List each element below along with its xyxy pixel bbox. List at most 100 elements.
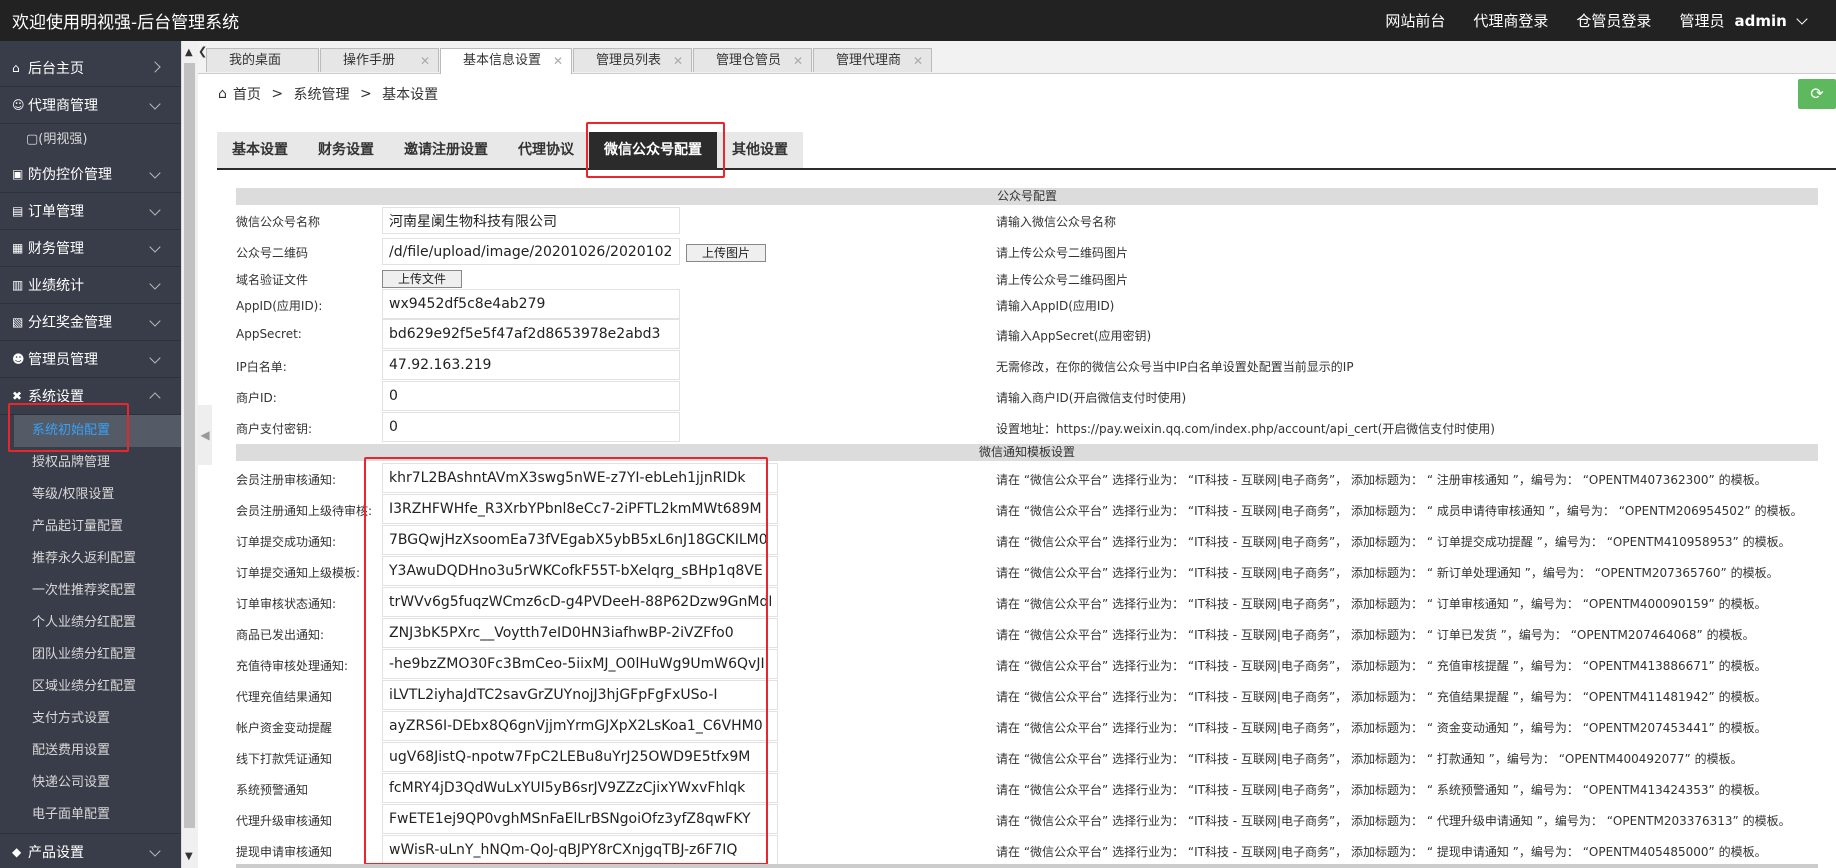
tab-agent-agreement[interactable]: 代理协议 <box>503 132 589 168</box>
sidebar-item-label: 防伪控价管理 <box>28 167 112 183</box>
breadcrumb-home[interactable]: 首页 <box>233 84 261 104</box>
tab-label: 基本信息设置 <box>463 53 542 68</box>
section-header-account: 公众号配置 <box>236 188 1818 205</box>
bar-chart-icon: ▥ <box>12 278 24 292</box>
field-label: AppSecret: <box>236 327 302 341</box>
chevron-right-icon <box>149 61 161 73</box>
tab-manual[interactable]: 操作手册 ✕ <box>320 48 439 72</box>
field-label: 提现申请审核通知 <box>236 845 333 859</box>
chevron-down-icon <box>1796 12 1808 25</box>
sidebar-subitem-rebate[interactable]: 推荐永久返利配置 <box>0 543 181 575</box>
home-icon: ⌂ <box>12 61 20 75</box>
settings-tabs-underline <box>217 168 1836 170</box>
close-icon[interactable]: ✕ <box>793 49 803 73</box>
sidebar-subitem-one-time-reward[interactable]: 一次性推荐奖配置 <box>0 575 181 607</box>
sidebar-toggle-handle[interactable]: ◀ <box>198 405 212 465</box>
tab-invite-settings[interactable]: 邀请注册设置 <box>389 132 503 168</box>
tab-admin-list[interactable]: 管理员列表 ✕ <box>573 48 692 72</box>
sidebar-scrollbar[interactable]: ▲ ▼ <box>181 41 198 868</box>
refresh-icon: ⟳ <box>1810 84 1824 103</box>
nav-warehouse-login[interactable]: 仓管员登录 <box>1576 10 1651 31</box>
ip-whitelist-input[interactable] <box>382 350 680 380</box>
upload-image-button[interactable]: 上传图片 <box>686 244 766 262</box>
sidebar-subitem-min-order[interactable]: 产品起订量配置 <box>0 511 181 543</box>
sidebar-item-finance[interactable]: ▦ 财务管理 <box>0 230 181 267</box>
sidebar-subitem-region-dividend[interactable]: 区域业绩分红配置 <box>0 671 181 703</box>
merchant-key-input[interactable] <box>382 412 680 442</box>
field-hint: 请上传公众号二维码图片 <box>996 246 1129 260</box>
chevron-down-icon <box>149 204 161 216</box>
field-label: 商户ID: <box>236 391 277 405</box>
sidebar-subitem-agent[interactable]: ▢(明视强) <box>0 124 181 156</box>
sidebar-subitem-waybill[interactable]: 电子面单配置 <box>0 799 181 831</box>
breadcrumb-system[interactable]: 系统管理 <box>294 84 350 104</box>
tab-desktop[interactable]: 我的桌面 <box>206 48 319 72</box>
home-icon: ⌂ <box>218 86 227 102</box>
sidebar-subitem-label: (明视强) <box>38 132 88 147</box>
field-label: 充值待审核处理通知: <box>236 659 349 673</box>
tab-label: 操作手册 <box>343 53 396 68</box>
sidebar-item-admins[interactable]: ☻ 管理员管理 <box>0 341 181 378</box>
field-hint: 请在 “微信公众平台” 选择行业为： “IT科技 - 互联网|电子商务”， 添加… <box>996 566 1779 580</box>
chevron-down-icon <box>149 352 161 364</box>
tab-basic-settings[interactable]: 基本设置 <box>217 132 303 168</box>
sidebar-item-bonus[interactable]: ▧ 分红奖金管理 <box>0 304 181 341</box>
sidebar-subitem-team-dividend[interactable]: 团队业绩分红配置 <box>0 639 181 671</box>
sidebar-item-label: 产品设置 <box>28 845 84 861</box>
user-menu[interactable]: admin <box>1734 11 1808 30</box>
scroll-up-icon[interactable]: ▲ <box>185 47 193 58</box>
field-label: 商户支付密钥: <box>236 422 313 436</box>
scroll-down-icon[interactable]: ▼ <box>185 851 193 862</box>
close-icon[interactable]: ✕ <box>420 49 430 73</box>
sidebar-item-anticounterfeit[interactable]: ▣ 防伪控价管理 <box>0 156 181 193</box>
upload-file-button[interactable]: 上传文件 <box>382 270 462 288</box>
user-icon: ☺ <box>12 98 25 112</box>
tab-label: 管理仓管员 <box>716 53 782 68</box>
scroll-thumb[interactable] <box>184 63 195 828</box>
field-label: 微信公众号名称 <box>236 215 321 229</box>
sidebar-item-agents[interactable]: ☺ 代理商管理 <box>0 87 181 124</box>
field-hint: 无需修改，在你的微信公众号当中IP白名单设置处配置当前显示的IP <box>996 360 1354 374</box>
account-name-input[interactable] <box>382 207 680 234</box>
sidebar-item-performance[interactable]: ▥ 业绩统计 <box>0 267 181 304</box>
close-icon[interactable]: ✕ <box>673 49 683 73</box>
tab-basic-info[interactable]: 基本信息设置 ✕ <box>440 48 572 74</box>
top-nav: 网站前台 代理商登录 仓管员登录 管理员 admin <box>1385 0 1836 41</box>
nav-site-front[interactable]: 网站前台 <box>1385 10 1445 31</box>
field-label: 帐户资金变动提醒 <box>236 721 333 735</box>
sidebar-subitem-express[interactable]: 快递公司设置 <box>0 767 181 799</box>
sidebar-item-products[interactable]: ◆ 产品设置 <box>0 833 181 868</box>
tab-label: 管理员列表 <box>596 53 662 68</box>
merchant-id-input[interactable] <box>382 381 680 411</box>
close-icon[interactable]: ✕ <box>913 49 923 73</box>
role-label: 管理员 <box>1679 12 1725 30</box>
field-label: 订单提交成功通知: <box>236 535 337 549</box>
nav-agent-login[interactable]: 代理商登录 <box>1473 10 1548 31</box>
sidebar-item-orders[interactable]: ▤ 订单管理 <box>0 193 181 230</box>
field-hint: 请在 “微信公众平台” 选择行业为： “IT科技 - 互联网|电子商务”， 添加… <box>996 690 1767 704</box>
sidebar-item-home[interactable]: ⌂ 后台主页 <box>0 50 181 87</box>
chevron-left-icon: ◀ <box>200 428 210 442</box>
tab-warehouse[interactable]: 管理仓管员 ✕ <box>693 48 812 72</box>
breadcrumb-current: 基本设置 <box>382 87 439 103</box>
bonus-icon: ▧ <box>12 315 24 329</box>
chevron-down-icon <box>149 278 161 290</box>
chevron-down-icon <box>149 241 161 253</box>
close-icon[interactable]: ✕ <box>553 49 563 73</box>
refresh-button[interactable]: ⟳ <box>1798 79 1836 109</box>
appid-input[interactable] <box>382 289 680 319</box>
username: admin <box>1734 11 1787 30</box>
field-label: 系统预警通知 <box>236 783 309 797</box>
tab-other-settings[interactable]: 其他设置 <box>717 132 803 168</box>
tab-agents[interactable]: 管理代理商 ✕ <box>813 48 932 72</box>
sidebar-subitem-personal-dividend[interactable]: 个人业绩分红配置 <box>0 607 181 639</box>
field-hint: 请上传公众号二维码图片 <box>996 273 1129 287</box>
sidebar-subitem-levels[interactable]: 等级/权限设置 <box>0 479 181 511</box>
sidebar-subitem-shipping-fee[interactable]: 配送费用设置 <box>0 735 181 767</box>
field-hint: 请在 “微信公众平台” 选择行业为： “IT科技 - 互联网|电子商务”， 添加… <box>996 597 1767 611</box>
sidebar-subitem-payment[interactable]: 支付方式设置 <box>0 703 181 735</box>
tab-finance-settings[interactable]: 财务设置 <box>303 132 389 168</box>
appsecret-input[interactable] <box>382 319 680 349</box>
qrcode-path-input[interactable] <box>382 238 680 265</box>
field-hint: 请输入AppID(应用ID) <box>996 299 1115 313</box>
